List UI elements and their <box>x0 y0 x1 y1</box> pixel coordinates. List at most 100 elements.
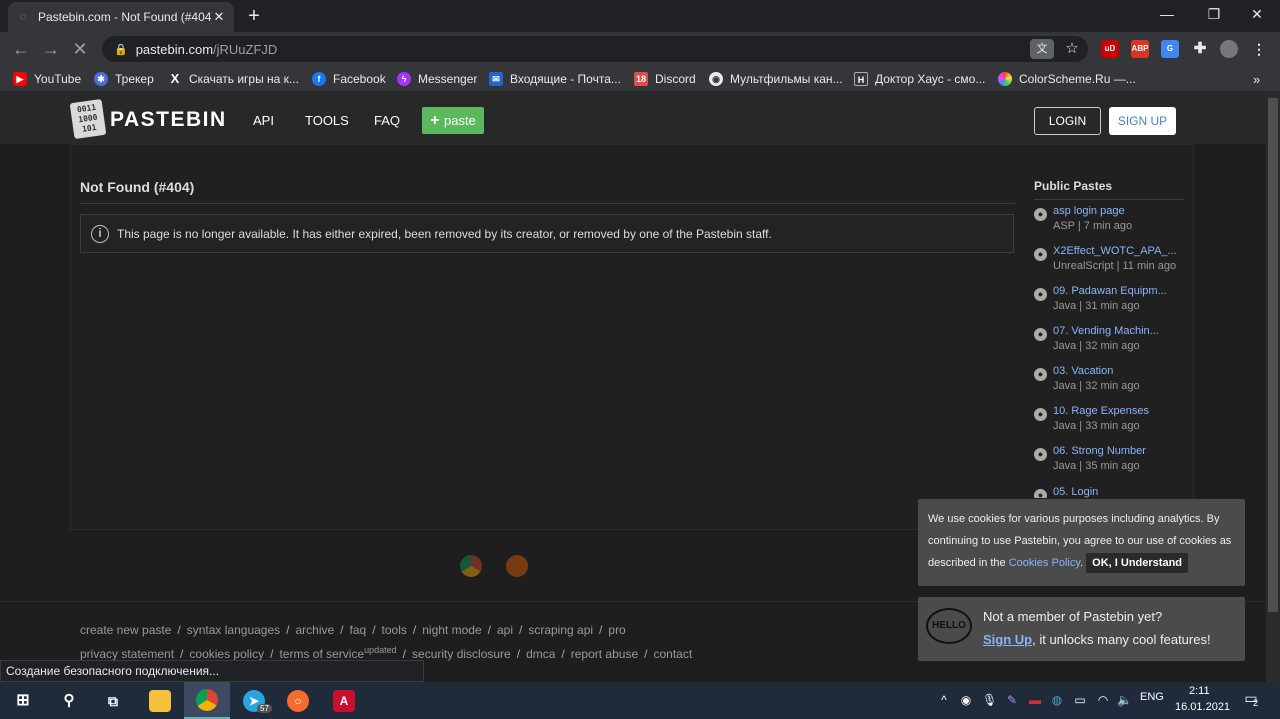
footer-link[interactable]: dmca <box>526 647 555 661</box>
wifi-icon[interactable]: ◠ <box>1096 692 1110 708</box>
search-button[interactable]: ⚲ <box>46 682 92 719</box>
new-paste-button[interactable]: + paste <box>422 107 484 134</box>
list-item[interactable]: ● 07. Vending Machin... Java | 32 min ago <box>1034 325 1184 365</box>
extensions-icon[interactable]: ✚ <box>1191 40 1209 58</box>
promo-line1: Not a member of Pastebin yet? <box>983 609 1163 624</box>
bookmark-colorscheme[interactable]: ColorScheme.Ru —... <box>998 66 1136 92</box>
more-bookmarks-icon[interactable]: » <box>1253 66 1260 92</box>
globe-icon: ● <box>1034 248 1047 261</box>
adblock-icon[interactable]: ABP <box>1131 40 1149 58</box>
content-panel <box>70 144 1194 530</box>
profile-avatar[interactable] <box>1220 40 1238 58</box>
footer-link[interactable]: tools <box>382 623 407 637</box>
footer-link[interactable]: api <box>497 623 513 637</box>
telegram-badge: 57 <box>257 704 272 713</box>
volume-icon[interactable]: 🔈 <box>1117 692 1132 708</box>
bookmark-tracker[interactable]: ✱ Трекер <box>94 66 154 92</box>
folder-icon <box>149 689 171 712</box>
clock-date[interactable]: 16.01.2021 <box>1175 701 1230 713</box>
tray-expand-icon[interactable]: ^ <box>937 692 951 708</box>
nav-api[interactable]: API <box>253 113 274 128</box>
site-logo-text[interactable]: PASTEBIN <box>110 108 227 132</box>
bookmark-house[interactable]: H Доктор Хаус - смо... <box>854 66 985 92</box>
login-button[interactable]: LOGIN <box>1034 107 1101 135</box>
list-item[interactable]: ● 03. Vacation Java | 32 min ago <box>1034 365 1184 405</box>
footer-link[interactable]: contact <box>653 647 692 661</box>
discord-icon: 18 <box>634 72 648 86</box>
chrome-icon[interactable] <box>460 555 482 577</box>
footer-link[interactable]: terms of service <box>279 647 364 661</box>
taskbar-explorer[interactable] <box>137 682 183 719</box>
footer-link[interactable]: syntax languages <box>187 623 280 637</box>
taskbar-adobe[interactable]: A <box>321 682 367 719</box>
list-item[interactable]: ● 06. Strong Number Java | 35 min ago <box>1034 445 1184 485</box>
forward-icon[interactable]: → <box>40 38 62 60</box>
footer-link[interactable]: security disclosure <box>412 647 511 661</box>
footer-link[interactable]: night mode <box>422 623 481 637</box>
microphone-icon[interactable]: 🎙 <box>982 692 997 708</box>
address-bar[interactable]: 🔒 pastebin.com/jRUuZFJD <box>102 36 1088 62</box>
list-item[interactable]: ● 09. Padawan Equipm... Java | 31 min ago <box>1034 285 1184 325</box>
globe-icon: ● <box>1034 208 1047 221</box>
nav-tools[interactable]: TOOLS <box>305 113 349 128</box>
bookmark-discord[interactable]: 18 Discord <box>634 66 696 92</box>
footer-link[interactable]: cookies policy <box>189 647 264 661</box>
new-tab-button[interactable]: + <box>244 4 264 28</box>
language-indicator[interactable]: ENG <box>1140 691 1164 703</box>
footer-link[interactable]: privacy statement <box>80 647 174 661</box>
taskbar-chrome[interactable] <box>184 682 230 719</box>
scrollbar-thumb[interactable] <box>1268 98 1278 612</box>
tab-close-icon[interactable]: ✕ <box>212 9 226 25</box>
cookie-accept-button[interactable]: OK, I Understand <box>1086 553 1189 573</box>
list-item[interactable]: ● X2Effect_WOTC_APA_... UnrealScript | 11 … <box>1034 245 1184 285</box>
nav-faq[interactable]: FAQ <box>374 113 400 128</box>
bookmark-messenger[interactable]: ϟ Messenger <box>397 66 477 92</box>
task-view-button[interactable]: ⧉ <box>90 682 136 719</box>
colorscheme-icon <box>998 72 1012 86</box>
firefox-icon[interactable] <box>506 555 528 577</box>
bookmark-facebook[interactable]: f Facebook <box>312 66 386 92</box>
browser-tab[interactable]: ◌ Pastebin.com - Not Found (#404) ✕ <box>8 2 234 32</box>
taskbar-telegram[interactable]: ➤ 57 <box>231 682 277 719</box>
pen-icon[interactable]: ✎ <box>1005 692 1019 708</box>
bookmark-youtube[interactable]: ▶ YouTube <box>13 66 81 92</box>
list-item[interactable]: ● 10. Rage Expenses Java | 33 min ago <box>1034 405 1184 445</box>
globe-icon: ● <box>1034 448 1047 461</box>
translate-icon[interactable]: 文 <box>1030 39 1054 59</box>
flag-icon[interactable]: ▬ <box>1028 692 1042 708</box>
network-app-icon[interactable]: ◍ <box>1050 692 1064 708</box>
pastebin-logo-icon[interactable]: 0011 1000 101 <box>69 98 107 140</box>
footer-link[interactable]: scraping api <box>528 623 593 637</box>
clock-time[interactable]: 2:11 <box>1189 685 1210 697</box>
star-icon[interactable]: ☆ <box>1062 39 1082 59</box>
promo-signup-link[interactable]: Sign Up <box>983 632 1032 647</box>
discord-tray-icon[interactable]: ◉ <box>959 692 973 708</box>
footer-link[interactable]: archive <box>295 623 334 637</box>
public-pastes-title: Public Pastes <box>1034 179 1113 193</box>
signup-button[interactable]: SIGN UP <box>1109 107 1176 135</box>
bookmark-cartoons[interactable]: ◉ Мультфильмы кан... <box>709 66 843 92</box>
list-item[interactable]: ● asp login page ASP | 7 min ago <box>1034 205 1184 245</box>
cookies-policy-link[interactable]: Cookies Policy <box>1009 557 1080 569</box>
list-item[interactable]: ● 05. Login <box>1034 486 1184 498</box>
bookmark-mail[interactable]: ✉ Входящие - Почта... <box>489 66 621 92</box>
footer-link[interactable]: report abuse <box>571 647 638 661</box>
menu-icon[interactable]: ⋮ <box>1250 40 1268 58</box>
footer-link[interactable]: create new paste <box>80 623 171 637</box>
footer-link[interactable]: faq <box>350 623 367 637</box>
footer-link[interactable]: pro <box>608 623 625 637</box>
battery-icon[interactable]: ▭ <box>1073 692 1087 708</box>
taskbar-origin[interactable]: ○ <box>275 682 321 719</box>
info-icon: i <box>91 224 109 243</box>
back-icon[interactable]: ← <box>10 38 32 60</box>
public-pastes-divider <box>1034 199 1184 200</box>
ublock-icon[interactable]: uD <box>1101 40 1119 58</box>
minimize-icon[interactable]: — <box>1144 0 1190 30</box>
maximize-icon[interactable]: ❐ <box>1191 0 1237 30</box>
stop-icon[interactable]: ✕ <box>69 38 91 60</box>
google-translate-icon[interactable]: G <box>1161 40 1179 58</box>
notification-center[interactable]: ▭ 2 <box>1240 690 1262 710</box>
close-window-icon[interactable]: ✕ <box>1234 0 1280 30</box>
start-button[interactable]: ⊞ <box>0 682 46 719</box>
bookmark-games[interactable]: X Скачать игры на к... <box>168 66 299 92</box>
